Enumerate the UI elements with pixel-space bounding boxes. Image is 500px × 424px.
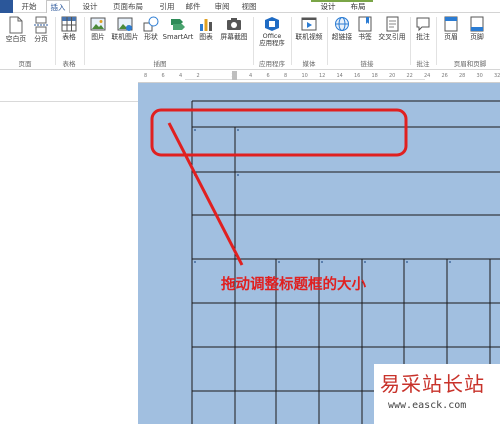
cross-reference-label: 交叉引用 [378,33,406,41]
tab-0[interactable]: 开始 [18,0,40,13]
tab-1[interactable]: 插入 [46,0,70,14]
indent-marker[interactable] [232,71,237,80]
ribbon-tabs: 开始 插入 设计 页面布局 引用 邮件 审阅 视图 设计 布局 [0,0,500,14]
online-picture-button[interactable]: 联机图片 [110,16,140,56]
file-tab[interactable] [0,0,13,13]
chart-button[interactable]: 图表 [196,16,216,56]
online-video-icon [301,17,317,31]
group-media-label: 媒体 [302,60,316,68]
group-comments-label: 批注 [416,60,430,68]
table-icon [61,16,77,32]
ribbon-separator [291,17,292,65]
highlight-box [150,108,408,157]
table-button[interactable]: 表格 [58,16,80,56]
header-icon [444,16,458,32]
tab-7[interactable]: 视图 [238,0,260,13]
ruler-tick: 32 [494,73,500,79]
tab-3[interactable]: 页面布局 [108,0,148,13]
ruler-tick: 4 [179,73,183,79]
watermark-title: 易采站长站 [380,372,485,396]
smartart-button[interactable]: SmartArt [162,16,194,56]
camera-icon [227,18,241,30]
online-picture-icon [117,17,133,31]
office-store-icon [265,17,279,31]
comment-icon [416,17,430,32]
ribbon-separator [410,17,411,65]
office-apps-label: Office 应用程序 [259,32,285,47]
group-pages-label: 页面 [18,60,32,68]
hyperlink-button[interactable]: 超链接 [330,16,354,56]
picture-button[interactable]: 图片 [88,16,108,56]
hyperlink-label: 超链接 [331,33,353,41]
blank-page-label: 空白页 [5,35,27,43]
bookmark-button[interactable]: 书签 [356,16,374,56]
page-break-button[interactable]: 分页 [31,16,51,56]
comment-button[interactable]: 批注 [413,16,433,56]
picture-icon [90,17,106,31]
online-video-label: 联机视频 [295,33,323,41]
ruler-tick: 28 [459,73,466,79]
ruler-tick: 8 [144,73,148,79]
ribbon-separator [55,17,56,65]
cross-reference-icon [386,16,399,32]
blank-page-icon [9,16,23,34]
group-header-footer-label: 页眉和页脚 [453,60,487,68]
tab-8[interactable]: 设计 [316,0,340,13]
ruler-tick: 30 [476,73,483,79]
globe-link-icon [335,17,349,31]
annotation-arrow-line [167,122,244,266]
group-illustrations-label: 插图 [153,60,167,68]
annotation-text: 拖动调整标题框的大小 [221,277,366,293]
group-tables-label: 表格 [62,60,76,68]
bookmark-label: 书签 [358,33,372,41]
screenshot-button[interactable]: 屏幕截图 [218,16,250,56]
smartart-icon [171,19,185,30]
horizontal-ruler[interactable]: 86422468101214161820222426283032 [138,71,500,83]
header-label: 页眉 [444,33,458,41]
table-label: 表格 [62,33,76,41]
comment-label: 批注 [416,33,430,41]
ribbon-insert: 空白页 分页 页面 表格 表格 图片 联机图片 形状 SmartArt 图表 屏… [0,13,500,70]
shapes-icon [143,16,159,32]
screenshot-label: 屏幕截图 [220,33,248,41]
smartart-label: SmartArt [162,33,194,41]
cross-reference-button[interactable]: 交叉引用 [376,16,408,56]
tab-4[interactable]: 引用 [158,0,176,13]
page-break-icon [34,16,48,34]
tab-6[interactable]: 审阅 [212,0,232,13]
blank-page-button[interactable]: 空白页 [4,16,28,56]
chart-label: 图表 [199,33,213,41]
chart-icon [200,19,212,31]
navigation-blank-area [0,71,138,424]
footer-button[interactable]: 页脚 [466,16,488,56]
shapes-label: 形状 [144,33,158,41]
online-picture-label: 联机图片 [111,33,139,41]
ruler-guide-line [185,79,425,80]
page-break-label: 分页 [34,35,48,43]
pane-divider [0,101,138,102]
tab-5[interactable]: 邮件 [182,0,204,13]
shapes-button[interactable]: 形状 [142,16,160,56]
footer-icon [470,16,484,32]
picture-label: 图片 [91,33,105,41]
tab-9[interactable]: 布局 [346,0,370,13]
ruler-tick: 6 [161,73,165,79]
ruler-tick: 26 [441,73,448,79]
online-video-button[interactable]: 联机视频 [294,16,324,56]
watermark-url: www.easck.com [388,400,467,411]
header-button[interactable]: 页眉 [440,16,462,56]
bookmark-icon [358,16,372,32]
footer-label: 页脚 [470,33,484,41]
group-links-label: 链接 [360,60,374,68]
group-apps-label: 应用程序 [259,60,285,68]
ribbon-separator [327,17,328,65]
ribbon-separator [436,17,437,65]
ribbon-separator [84,17,85,65]
tab-2[interactable]: 设计 [80,0,100,13]
office-apps-button[interactable]: Office 应用程序 [256,16,288,56]
